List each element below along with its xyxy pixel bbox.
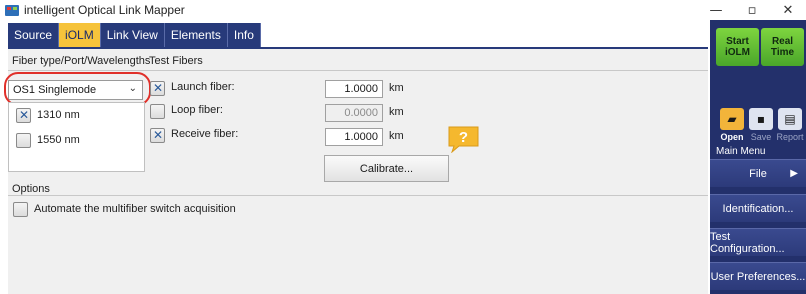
tab-iolm[interactable]: iOLM bbox=[59, 23, 101, 47]
menu-item-file[interactable]: File ▶ bbox=[710, 159, 806, 187]
receive-fiber-unit: km bbox=[389, 130, 404, 142]
save-disk-icon[interactable]: ▪ bbox=[749, 108, 773, 130]
launch-fiber-input[interactable]: 1.0000 bbox=[325, 80, 383, 98]
highlight-circle bbox=[4, 72, 151, 106]
window-title: intelligent Optical Link Mapper bbox=[24, 3, 185, 17]
report-icon[interactable]: ▤ bbox=[778, 108, 802, 130]
receive-fiber-checkbox[interactable] bbox=[150, 128, 165, 143]
options-divider bbox=[8, 195, 708, 196]
tab-info[interactable]: Info bbox=[228, 23, 261, 47]
close-button[interactable]: ✕ bbox=[770, 0, 806, 20]
menu-item-test-configuration[interactable]: Test Configuration... bbox=[710, 228, 806, 256]
receive-fiber-label: Receive fiber: bbox=[171, 128, 239, 140]
window-controls: — ▫ ✕ bbox=[698, 0, 806, 20]
tab-bar: Source iOLM Link View Elements Info bbox=[8, 23, 261, 47]
receive-fiber-input[interactable]: 1.0000 bbox=[325, 128, 383, 146]
wavelength-1550-label: 1550 nm bbox=[37, 134, 80, 146]
loop-fiber-checkbox[interactable] bbox=[150, 104, 165, 119]
fiber-section-label: Fiber type/Port/Wavelengths bbox=[12, 55, 151, 67]
title-bar: intelligent Optical Link Mapper — ▫ ✕ bbox=[0, 0, 806, 20]
section-divider bbox=[8, 70, 708, 71]
start-iolm-button[interactable]: Start iOLM bbox=[716, 28, 759, 66]
sidebar: Start iOLM Real Time ▰ ▪ ▤ Open Save Rep… bbox=[710, 20, 806, 294]
launch-fiber-checkbox[interactable] bbox=[150, 81, 165, 96]
report-label: Report bbox=[776, 132, 804, 142]
app-icon bbox=[5, 4, 19, 16]
main-menu-title: Main Menu bbox=[716, 146, 766, 157]
wavelength-1310-label: 1310 nm bbox=[37, 109, 80, 121]
options-section-label: Options bbox=[12, 183, 50, 195]
tab-link-view[interactable]: Link View bbox=[101, 23, 165, 47]
tab-source[interactable]: Source bbox=[8, 23, 60, 47]
loop-fiber-unit: km bbox=[389, 106, 404, 118]
launch-fiber-label: Launch fiber: bbox=[171, 81, 235, 93]
menu-item-file-label: File bbox=[749, 167, 767, 180]
open-label: Open bbox=[720, 132, 744, 142]
loop-fiber-input[interactable]: 0.0000 bbox=[325, 104, 383, 122]
maximize-button[interactable]: ▫ bbox=[734, 0, 770, 20]
loop-fiber-label: Loop fiber: bbox=[171, 104, 223, 116]
minimize-button[interactable]: — bbox=[698, 0, 734, 20]
wavelength-1550-checkbox[interactable] bbox=[16, 133, 31, 148]
real-time-button[interactable]: Real Time bbox=[761, 28, 804, 66]
automate-switch-checkbox[interactable] bbox=[13, 202, 28, 217]
test-fibers-section-label: Test Fibers bbox=[149, 55, 203, 67]
menu-item-identification[interactable]: Identification... bbox=[710, 194, 806, 222]
automate-switch-label: Automate the multifiber switch acquisiti… bbox=[34, 203, 236, 215]
launch-fiber-unit: km bbox=[389, 82, 404, 94]
save-label: Save bbox=[750, 132, 772, 142]
calibrate-button[interactable]: Calibrate... bbox=[324, 155, 449, 182]
chevron-right-icon: ▶ bbox=[790, 168, 798, 179]
question-icon[interactable]: ? bbox=[447, 125, 480, 153]
tab-elements[interactable]: Elements bbox=[165, 23, 228, 47]
svg-text:?: ? bbox=[459, 129, 468, 146]
wavelength-1310-checkbox[interactable] bbox=[16, 108, 31, 123]
open-folder-icon[interactable]: ▰ bbox=[720, 108, 744, 130]
menu-item-user-preferences[interactable]: User Preferences... bbox=[710, 262, 806, 290]
